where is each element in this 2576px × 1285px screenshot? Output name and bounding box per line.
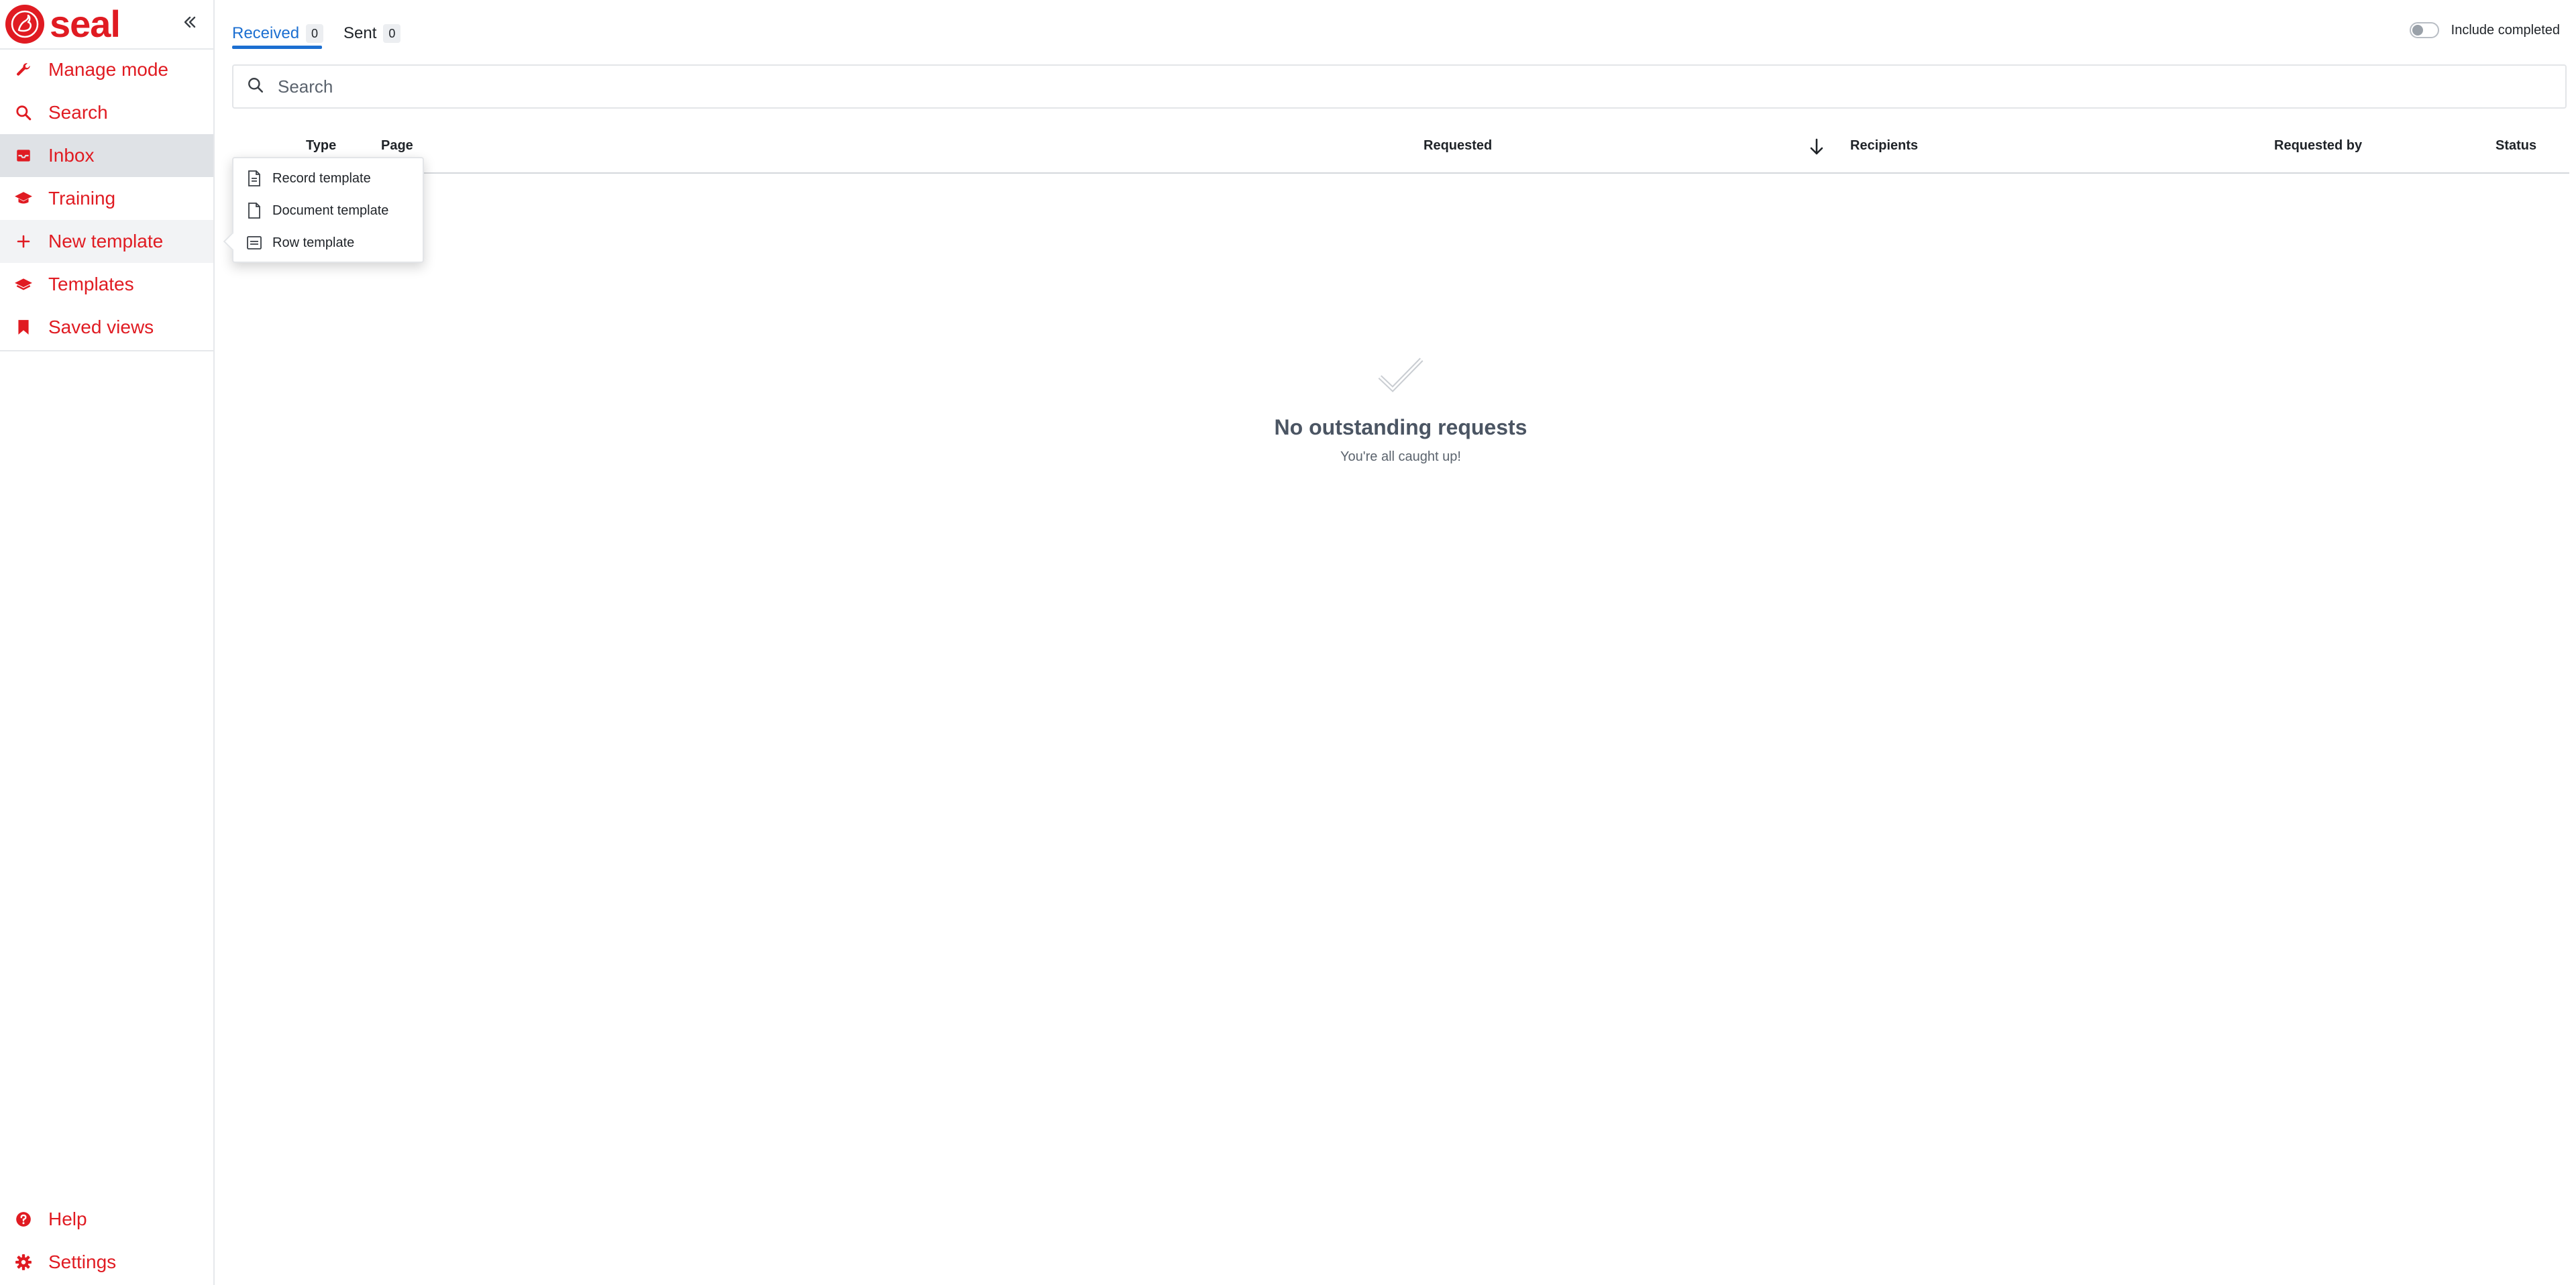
sidebar: seal Manage mode Search Inbox Training N… [0, 0, 215, 1285]
row-icon [246, 233, 263, 252]
seal-logo-icon [5, 5, 44, 44]
empty-state: No outstanding requests You're all caugh… [1240, 355, 1562, 465]
sidebar-item-templates[interactable]: Templates [0, 263, 213, 306]
help-circle-icon [13, 1209, 34, 1229]
column-header-requested-by[interactable]: Requested by [2274, 138, 2362, 154]
sidebar-item-new-template[interactable]: New template [0, 220, 213, 263]
sidebar-item-help[interactable]: Help [0, 1198, 213, 1241]
sort-descending-icon[interactable] [1809, 137, 1825, 157]
tab-label: Sent [343, 24, 377, 42]
sidebar-item-settings[interactable]: Settings [0, 1241, 213, 1284]
sidebar-item-label: Training [48, 188, 116, 209]
sidebar-item-search[interactable]: Search [0, 91, 213, 134]
sidebar-item-label: Search [48, 102, 108, 123]
tab-count-badge: 0 [383, 24, 401, 43]
layers-icon [13, 274, 34, 294]
tab-received[interactable]: Received 0 [232, 20, 324, 47]
active-tab-indicator [232, 46, 322, 49]
menu-item-label: Document template [272, 203, 389, 218]
tab-sent[interactable]: Sent 0 [343, 20, 401, 47]
menu-item-label: Record template [272, 170, 371, 186]
column-header-page[interactable]: Page [381, 138, 413, 154]
sidebar-item-inbox[interactable]: Inbox [0, 134, 213, 177]
tab-count-badge: 0 [306, 24, 324, 43]
brand-name: seal [50, 3, 121, 45]
column-header-recipients[interactable]: Recipients [1850, 138, 1918, 154]
bookmark-icon [13, 317, 34, 337]
sidebar-item-label: Inbox [48, 145, 95, 166]
search-input[interactable] [276, 75, 2493, 98]
sidebar-item-label: Saved views [48, 317, 154, 337]
search-icon [247, 76, 264, 97]
sidebar-item-saved-views[interactable]: Saved views [0, 306, 213, 349]
gear-icon [13, 1252, 34, 1272]
sidebar-item-manage-mode[interactable]: Manage mode [0, 48, 213, 91]
menu-item-record-template[interactable]: Record template [246, 168, 371, 189]
inbox-icon [13, 146, 34, 166]
empty-state-subtitle: You're all caught up! [1340, 449, 1461, 464]
brand-logo[interactable]: seal [5, 3, 121, 46]
include-completed-control[interactable]: Include completed [2409, 19, 2560, 42]
menu-item-document-template[interactable]: Document template [246, 200, 388, 221]
search-icon [13, 103, 34, 123]
menu-item-label: Row template [272, 235, 355, 250]
column-header-requested[interactable]: Requested [1424, 138, 1492, 154]
new-template-menu: Record template Document template Row te… [232, 157, 424, 263]
sidebar-item-label: Manage mode [48, 59, 169, 80]
sidebar-item-label: Settings [48, 1251, 117, 1272]
column-header-type[interactable]: Type [306, 138, 336, 154]
column-header-status[interactable]: Status [2496, 138, 2536, 154]
double-chevron-left-icon [184, 16, 196, 28]
document-icon [246, 201, 263, 220]
checkmark-icon [1378, 357, 1424, 392]
wrench-icon [13, 60, 34, 80]
collapse-sidebar-button[interactable] [180, 11, 200, 34]
record-file-icon [246, 169, 263, 188]
plus-icon [13, 231, 34, 252]
include-completed-toggle[interactable] [2409, 22, 2439, 38]
sidebar-item-label: Templates [48, 274, 134, 294]
sidebar-item-training[interactable]: Training [0, 177, 213, 220]
graduation-cap-icon [13, 188, 34, 209]
table-header-divider [232, 172, 2569, 174]
include-completed-label: Include completed [2451, 22, 2560, 38]
empty-state-title: No outstanding requests [1274, 415, 1527, 439]
sidebar-item-label: Help [48, 1209, 87, 1229]
sidebar-item-label: New template [48, 231, 164, 252]
search-field[interactable] [232, 64, 2567, 109]
tab-label: Received [232, 24, 300, 42]
sidebar-divider [0, 350, 213, 351]
menu-item-row-template[interactable]: Row template [246, 232, 354, 254]
